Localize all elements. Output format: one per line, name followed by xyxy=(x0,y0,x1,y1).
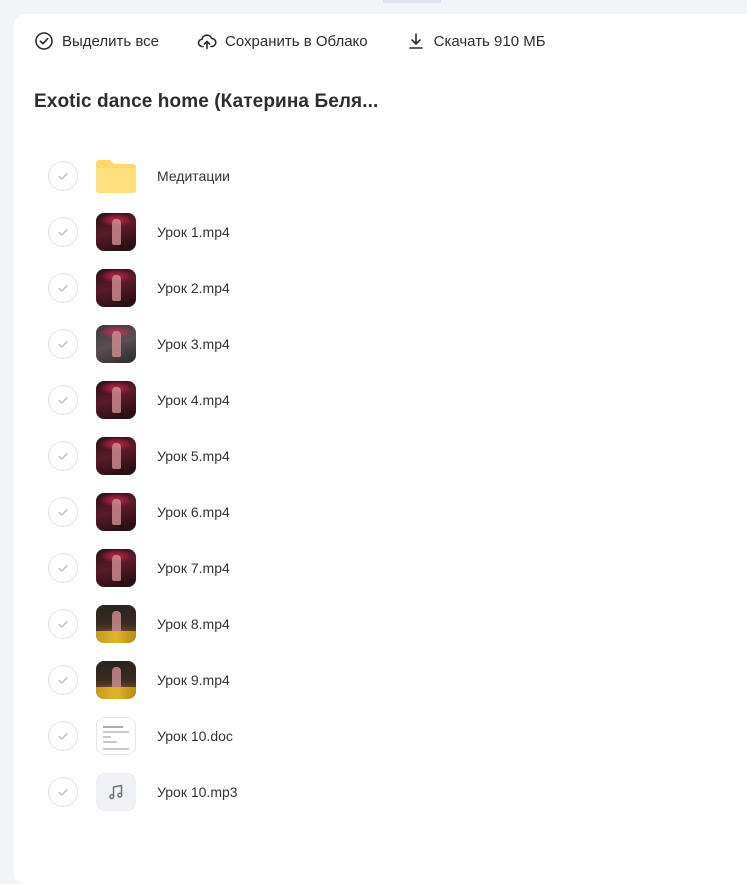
file-name: Урок 8.mp4 xyxy=(157,616,230,632)
list-item[interactable]: Урок 2.mp4 xyxy=(14,260,747,316)
file-name: Урок 7.mp4 xyxy=(157,560,230,576)
check-icon xyxy=(58,284,68,292)
list-item[interactable]: Урок 10.mp3 xyxy=(14,764,747,820)
list-item[interactable]: Урок 1.mp4 xyxy=(14,204,747,260)
video-thumbnail xyxy=(96,269,136,307)
video-thumbnail xyxy=(96,549,136,587)
top-tab-indicator xyxy=(383,0,441,3)
file-name: Урок 9.mp4 xyxy=(157,672,230,688)
row-checkbox[interactable] xyxy=(48,721,78,751)
save-to-cloud-button[interactable]: Сохранить в Облако xyxy=(197,31,368,51)
file-name: Урок 5.mp4 xyxy=(157,448,230,464)
check-icon xyxy=(58,732,68,740)
download-icon xyxy=(406,31,426,51)
check-icon xyxy=(58,676,68,684)
video-thumbnail xyxy=(96,493,136,531)
row-checkbox[interactable] xyxy=(48,497,78,527)
row-checkbox[interactable] xyxy=(48,385,78,415)
select-all-button[interactable]: Выделить все xyxy=(34,31,159,51)
file-name: Урок 10.doc xyxy=(157,728,233,744)
check-icon xyxy=(58,396,68,404)
file-name: Урок 6.mp4 xyxy=(157,504,230,520)
row-checkbox[interactable] xyxy=(48,609,78,639)
file-name: Урок 4.mp4 xyxy=(157,392,230,408)
video-thumbnail xyxy=(96,605,136,643)
file-panel: Выделить все Сохранить в Облако Скачать … xyxy=(14,14,747,884)
save-to-cloud-label: Сохранить в Облако xyxy=(225,32,368,50)
file-name: Урок 2.mp4 xyxy=(157,280,230,296)
video-thumbnail xyxy=(96,325,136,363)
check-icon xyxy=(58,788,68,796)
row-checkbox[interactable] xyxy=(48,553,78,583)
row-checkbox[interactable] xyxy=(48,665,78,695)
file-name: Урок 3.mp4 xyxy=(157,336,230,352)
folder-icon xyxy=(96,157,136,195)
toolbar: Выделить все Сохранить в Облако Скачать … xyxy=(34,30,584,52)
download-label: Скачать 910 МБ xyxy=(433,32,546,50)
folder-title: Exotic dance home (Катерина Беля... xyxy=(34,91,379,112)
video-thumbnail xyxy=(96,437,136,475)
row-checkbox[interactable] xyxy=(48,217,78,247)
check-circle-icon xyxy=(34,31,54,51)
list-item[interactable]: Урок 9.mp4 xyxy=(14,652,747,708)
list-item[interactable]: Урок 5.mp4 xyxy=(14,428,747,484)
video-thumbnail xyxy=(96,381,136,419)
check-icon xyxy=(58,620,68,628)
list-item[interactable]: Урок 7.mp4 xyxy=(14,540,747,596)
check-icon xyxy=(58,564,68,572)
list-item[interactable]: Урок 10.doc xyxy=(14,708,747,764)
row-checkbox[interactable] xyxy=(48,441,78,471)
check-icon xyxy=(58,172,68,180)
list-item[interactable]: Урок 8.mp4 xyxy=(14,596,747,652)
document-thumbnail xyxy=(96,717,136,755)
file-name: Урок 10.mp3 xyxy=(157,784,238,800)
check-icon xyxy=(58,508,68,516)
list-item[interactable]: Медитации xyxy=(14,148,747,204)
audio-thumbnail xyxy=(96,773,136,811)
row-checkbox[interactable] xyxy=(48,161,78,191)
video-thumbnail xyxy=(96,661,136,699)
file-name: Урок 1.mp4 xyxy=(157,224,230,240)
row-checkbox[interactable] xyxy=(48,273,78,303)
cloud-upload-icon xyxy=(197,31,217,51)
list-item[interactable]: Урок 4.mp4 xyxy=(14,372,747,428)
select-all-label: Выделить все xyxy=(62,32,160,50)
download-button[interactable]: Скачать 910 МБ xyxy=(406,31,546,51)
check-icon xyxy=(58,228,68,236)
row-checkbox[interactable] xyxy=(48,777,78,807)
music-note-icon xyxy=(109,784,123,800)
list-item[interactable]: Урок 3.mp4 xyxy=(14,316,747,372)
list-item[interactable]: Урок 6.mp4 xyxy=(14,484,747,540)
video-thumbnail xyxy=(96,213,136,251)
check-icon xyxy=(58,452,68,460)
row-checkbox[interactable] xyxy=(48,329,78,359)
check-icon xyxy=(58,340,68,348)
file-name: Медитации xyxy=(157,168,230,184)
